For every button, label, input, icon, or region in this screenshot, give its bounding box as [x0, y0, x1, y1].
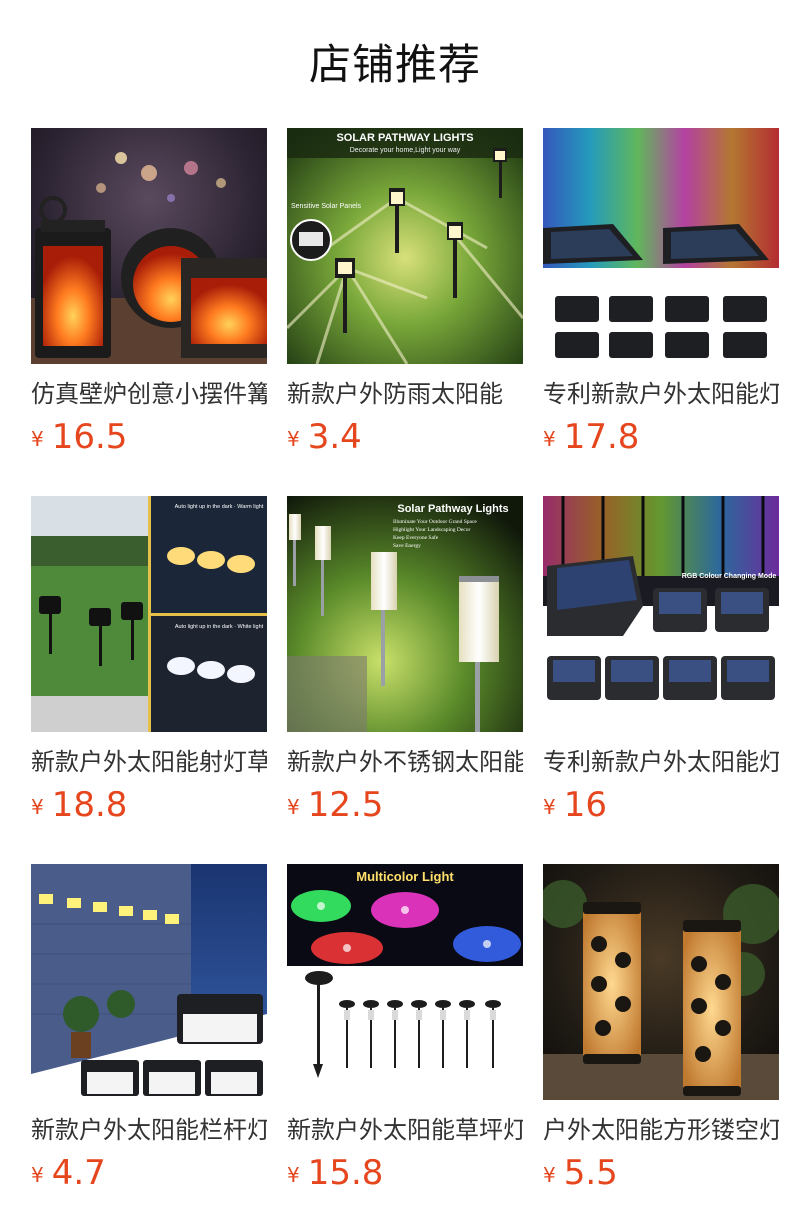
image-line: Highlight Your Landscaping Decor: [393, 527, 470, 533]
multicolor-lawn-lights-image[interactable]: Multicolor Light: [287, 864, 523, 1100]
price-value: 18.8: [51, 785, 128, 825]
image-headline: SOLAR PATHWAY LIGHTS: [336, 132, 473, 144]
hollow-lanterns-image[interactable]: [543, 864, 779, 1100]
stainless-pathway-lights-image[interactable]: Solar Pathway Lights Illuminate Your Out…: [287, 496, 523, 732]
image-headline: Solar Pathway Lights: [397, 503, 508, 515]
solar-spotlights-image[interactable]: Auto light up in the dark · Warm light A…: [31, 496, 267, 732]
product-price: ¥18.8: [31, 785, 267, 831]
currency-symbol: ¥: [31, 795, 44, 819]
rgb-fence-lights-image[interactable]: [543, 128, 779, 364]
product-name[interactable]: 新款户外太阳能射灯草坪: [31, 745, 267, 779]
product-price: ¥4.7: [31, 1153, 267, 1199]
price-value: 16: [563, 785, 607, 825]
currency-symbol: ¥: [543, 795, 556, 819]
product-price: ¥12.5: [287, 785, 523, 831]
product-name[interactable]: 新款户外太阳能草坪灯: [287, 1113, 523, 1147]
product-name[interactable]: 新款户外太阳能栏杆灯: [31, 1113, 267, 1147]
rgb-step-lights-image[interactable]: RGB Colour Changing Mode: [543, 496, 779, 732]
product-name[interactable]: 专利新款户外太阳能灯: [543, 377, 779, 411]
product-card[interactable]: 仿真壁炉创意小摆件篝火灯 ¥16.5: [31, 128, 267, 496]
product-card[interactable]: 户外太阳能方形镂空灯 ¥5.5: [543, 864, 779, 1232]
product-price: ¥15.8: [287, 1153, 523, 1199]
image-tag-white: Auto light up in the dark · White light: [175, 624, 264, 630]
price-value: 15.8: [307, 1153, 384, 1193]
image-subline: Decorate your home,Light your way: [350, 147, 461, 154]
product-name[interactable]: 仿真壁炉创意小摆件篝火灯: [31, 377, 267, 411]
section-title: 店铺推荐: [308, 40, 481, 89]
product-name[interactable]: 新款户外不锈钢太阳能: [287, 745, 523, 779]
price-value: 3.4: [307, 417, 362, 457]
product-card[interactable]: RGB Colour Changing Mode 专利新款户外太阳能灯 ¥16: [543, 496, 779, 864]
image-line: Keep Everyone Safe: [393, 534, 439, 541]
price-value: 17.8: [563, 417, 640, 457]
fireplace-lanterns-image[interactable]: [31, 128, 267, 364]
product-price: ¥5.5: [543, 1153, 779, 1199]
price-value: 5.5: [563, 1153, 618, 1193]
currency-symbol: ¥: [31, 427, 44, 451]
price-value: 16.5: [51, 417, 128, 457]
product-card[interactable]: Auto light up in the dark · Warm light A…: [31, 496, 267, 864]
image-callout: Sensitive Solar Panels: [291, 203, 362, 210]
product-card[interactable]: 新款户外太阳能栏杆灯 ¥4.7: [31, 864, 267, 1232]
currency-symbol: ¥: [287, 795, 300, 819]
price-value: 12.5: [307, 785, 384, 825]
image-line: Illuminate Your Outdoor Grand Space: [393, 519, 477, 525]
image-headline: RGB Colour Changing Mode: [682, 573, 777, 580]
product-name[interactable]: 专利新款户外太阳能灯: [543, 745, 779, 779]
currency-symbol: ¥: [543, 427, 556, 451]
currency-symbol: ¥: [287, 427, 300, 451]
product-card[interactable]: Solar Pathway Lights Illuminate Your Out…: [287, 496, 523, 864]
currency-symbol: ¥: [543, 1163, 556, 1187]
product-grid: 仿真壁炉创意小摆件篝火灯 ¥16.5: [31, 128, 790, 1232]
product-name[interactable]: 新款户外防雨太阳能: [287, 377, 523, 411]
product-price: ¥17.8: [543, 417, 779, 463]
product-name[interactable]: 户外太阳能方形镂空灯: [543, 1113, 779, 1147]
product-price: ¥3.4: [287, 417, 523, 463]
product-card[interactable]: Multicolor Light 新款户外太阳能草坪灯 ¥ 15.8: [287, 864, 523, 1232]
currency-symbol: ¥: [31, 1163, 44, 1187]
image-headline: Multicolor Light: [356, 869, 454, 884]
product-price: ¥16: [543, 785, 779, 831]
image-tag-warm: Auto light up in the dark · Warm light: [175, 504, 264, 510]
product-card[interactable]: SOLAR PATHWAY LIGHTS Decorate your home,…: [287, 128, 523, 496]
product-card[interactable]: 专利新款户外太阳能灯 ¥17.8: [543, 128, 779, 496]
solar-pathway-lights-image[interactable]: SOLAR PATHWAY LIGHTS Decorate your home,…: [287, 128, 523, 364]
wall-fence-lights-image[interactable]: [31, 864, 267, 1100]
product-price: ¥16.5: [31, 417, 267, 463]
currency-symbol: ¥: [287, 1163, 300, 1187]
image-line: Save Energy: [393, 543, 421, 549]
price-value: 4.7: [51, 1153, 106, 1193]
recommendation-page: 店铺推荐 仿真壁炉创意小摆件篝 ¥ 16.5 SOLAR PATHWAY LIG…: [0, 0, 790, 1232]
